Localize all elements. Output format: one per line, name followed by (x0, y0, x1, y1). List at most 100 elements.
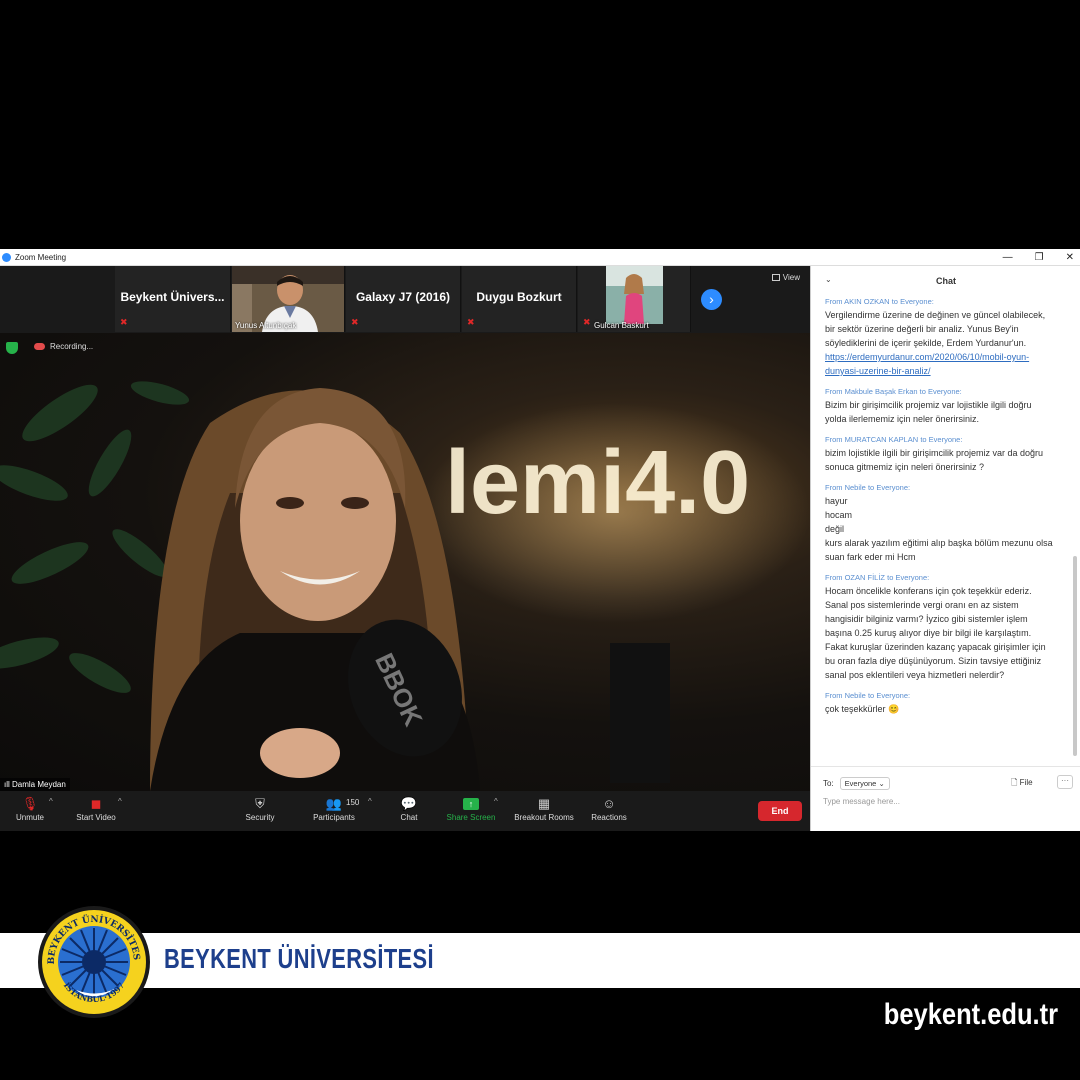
signal-bars-icon: ıll (4, 780, 12, 789)
recipient-row: To: Everyone ⌄ (823, 777, 890, 790)
participant-tile[interactable]: Yunus Altunbıçak (232, 266, 345, 332)
window-title: Zoom Meeting (15, 252, 67, 262)
title-bar: Zoom Meeting — ❐ ✕ (0, 249, 1080, 266)
message-input[interactable]: Type message here... (823, 797, 900, 806)
microphone-muted-icon: ✖ (467, 317, 475, 327)
recipient: Everyone: (876, 691, 911, 700)
participant-label: Yunus Altunbıçak (235, 321, 297, 330)
shield-icon: ⛨ (255, 796, 265, 811)
sender-name: Nebile (844, 483, 866, 492)
participant-name: Galaxy J7 (2016) (355, 290, 451, 304)
svg-text:lemi4.0: lemi4.0 (445, 433, 750, 533)
reaction-emoji-icon: ☺ (602, 796, 616, 811)
university-name: BEYKENT ÜNİVERSİTESİ (164, 943, 434, 974)
recording-label: Recording... (50, 342, 94, 351)
university-banner: BEYKENT ÜNİVERSİTESİ (0, 933, 1080, 988)
start-video-button[interactable]: ◼ Start Video (70, 795, 122, 822)
chat-message: From AKIN OZKAN to Everyone: Vergilendir… (825, 296, 1055, 378)
end-meeting-button[interactable]: End (758, 801, 802, 821)
recipient-select[interactable]: Everyone ⌄ (839, 777, 890, 790)
to-label: to (867, 691, 875, 700)
breakout-rooms-label: Breakout Rooms (514, 813, 574, 822)
window-controls: — ❐ ✕ (1003, 249, 1074, 266)
minimize-button[interactable]: — (1003, 252, 1013, 263)
close-button[interactable]: ✕ (1066, 252, 1074, 263)
microphone-muted-icon: ✖ (351, 317, 359, 327)
chevron-down-icon: ⌄ (878, 779, 885, 788)
start-video-label: Start Video (76, 813, 116, 822)
page: Zoom Meeting — ❐ ✕ Beykent Ünivers... ✖ (0, 0, 1080, 1080)
file-label: File (1019, 778, 1033, 787)
message-header: From OZAN FİLİZ to Everyone: (825, 572, 1055, 584)
recipient: Everyone: (928, 387, 962, 396)
message-text: çok teşekkürler 😊 (825, 704, 900, 714)
chat-button[interactable]: 💬 Chat (392, 795, 426, 822)
chat-scrollbar[interactable] (1073, 556, 1077, 756)
sender-name: OZAN FİLİZ (844, 573, 886, 582)
view-button[interactable]: View (771, 273, 800, 282)
share-screen-button[interactable]: ↑ Share Screen (444, 795, 498, 822)
chat-message: From MURATCAN KAPLAN to Everyone: bizim … (825, 434, 1055, 474)
chat-title: Chat (936, 276, 956, 286)
microphone-muted-icon: ✖ (583, 317, 591, 327)
sender-name: AKIN OZKAN (844, 297, 890, 306)
video-options-caret[interactable]: ^ (118, 797, 122, 806)
thumbnail-strip: Beykent Ünivers... ✖ Yunus Altunbıçak Ga… (0, 266, 810, 333)
next-page-button[interactable]: › (701, 289, 722, 310)
participant-tile[interactable]: Galaxy J7 (2016) ✖ (346, 266, 461, 332)
chat-label: Chat (400, 813, 418, 822)
microphone-muted-icon: ✖ (120, 317, 128, 327)
unmute-button[interactable]: 🎙 Unmute (10, 795, 50, 822)
recipient: Everyone: (928, 435, 963, 444)
chat-message: From Nebile to Everyone: çok teşekkürler… (825, 690, 1055, 716)
sender-name: Nebile (844, 691, 866, 700)
from-label: From (825, 483, 843, 492)
recipient-value: Everyone (844, 779, 877, 788)
participant-name: Beykent Ünivers... (120, 290, 225, 304)
website-url: beykent.edu.tr (883, 998, 1058, 1031)
chat-bubble-icon: 💬 (400, 796, 418, 811)
file-button[interactable]: 🗋 File (1011, 777, 1033, 791)
from-label: From (825, 387, 843, 396)
sender-name: Makbule Başak Erkan (844, 387, 918, 396)
breakout-rooms-button[interactable]: ▦ Breakout Rooms (510, 795, 578, 822)
chevron-right-icon: › (709, 291, 714, 307)
recipient: Everyone: (895, 573, 930, 582)
security-label: Security (245, 813, 275, 822)
participants-options-caret[interactable]: ^ (368, 797, 372, 806)
zoom-window: Zoom Meeting — ❐ ✕ Beykent Ünivers... ✖ (0, 249, 1080, 831)
to-label: to (891, 297, 898, 306)
chat-message: From OZAN FİLİZ to Everyone: Hocam öncel… (825, 572, 1055, 682)
meeting-toolbar: 🎙 Unmute ^ ◼ Start Video ^ ⛨ Security 👥 … (0, 791, 810, 831)
view-label: View (782, 273, 800, 282)
active-speaker-video: lemi4.0 BBOK Recording... ıll Damla Meyd… (0, 333, 810, 791)
chat-input-area: To: Everyone ⌄ 🗋 File ··· Type message h… (811, 766, 1080, 831)
reactions-button[interactable]: ☺ Reactions (588, 795, 630, 822)
zoom-logo-icon (2, 252, 11, 262)
encryption-shield-icon (6, 342, 18, 354)
participant-tile[interactable]: Beykent Ünivers... ✖ (115, 266, 231, 332)
participant-name: Duygu Bozkurt (476, 290, 562, 304)
security-button[interactable]: ⛨ Security (240, 795, 280, 822)
audio-options-caret[interactable]: ^ (49, 797, 53, 806)
message-header: From AKIN OZKAN to Everyone: (825, 296, 1055, 308)
participant-label: Gulcan Baskurt (594, 321, 649, 330)
chat-messages: From AKIN OZKAN to Everyone: Vergilendir… (825, 296, 1055, 724)
message-header: From Nebile to Everyone: (825, 690, 1055, 702)
maximize-button[interactable]: ❐ (1035, 252, 1044, 263)
message-link[interactable]: https://erdemyurdanur.com/2020/06/10/mob… (825, 352, 1029, 376)
to-label: to (919, 387, 926, 396)
participant-tile[interactable]: Duygu Bozkurt ✖ (462, 266, 577, 332)
share-options-caret[interactable]: ^ (494, 797, 498, 806)
share-screen-arrow-icon: ↑ (463, 798, 479, 810)
meeting-area: Beykent Ünivers... ✖ Yunus Altunbıçak Ga… (0, 266, 810, 831)
more-options-button[interactable]: ··· (1057, 775, 1073, 789)
participant-tile[interactable]: ✖ Gulcan Baskurt (578, 266, 691, 332)
message-text: Bizim bir girişimcilik projemiz var loji… (825, 400, 1032, 424)
sender-name: MURATCAN KAPLAN (844, 435, 919, 444)
speaker-name-label: ıll Damla Meydan (0, 778, 70, 791)
message-text: bizim lojistikle ilgili bir girişimcilik… (825, 448, 1044, 472)
to-label: To: (823, 779, 834, 788)
from-label: From (825, 297, 843, 306)
recording-icon (34, 343, 45, 350)
